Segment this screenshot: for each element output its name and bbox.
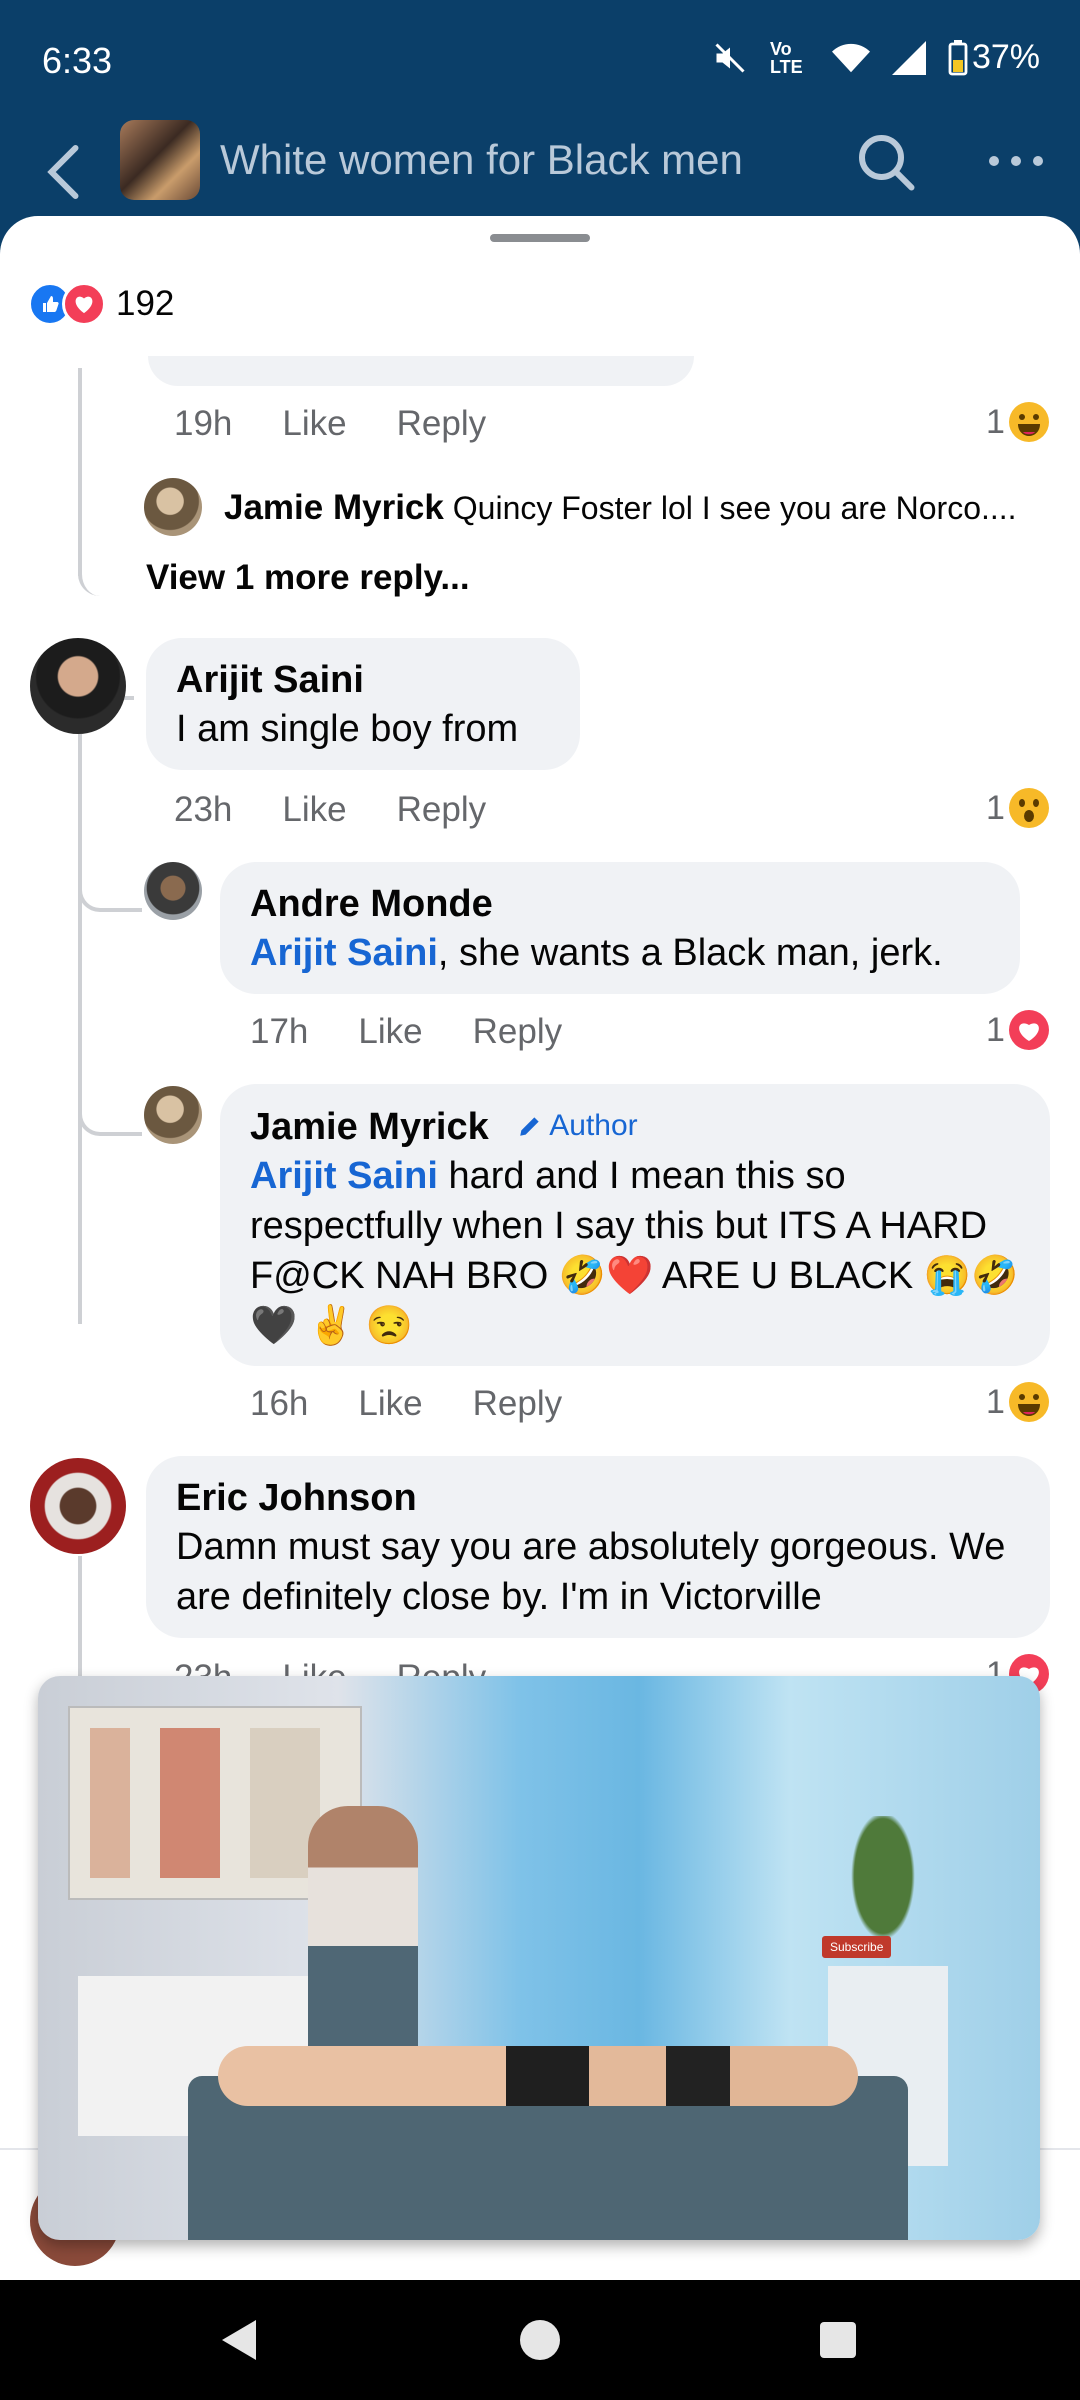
- thread-line: [78, 734, 82, 1324]
- reply-author[interactable]: Jamie Myrick: [250, 1106, 489, 1148]
- reply-button[interactable]: Reply: [473, 1384, 562, 1424]
- comment-bubble: Arijit Saini I am single boy from: [146, 638, 580, 770]
- status-icons: Vo LTE 37%: [712, 38, 1040, 77]
- comment-time: 17h: [250, 1012, 309, 1051]
- reply-author-row: Jamie Myrick Author: [250, 1102, 1020, 1151]
- haha-emoji-icon: [1008, 402, 1049, 442]
- comment-time: 16h: [250, 1384, 309, 1423]
- comment-time: 19h: [174, 404, 233, 443]
- reply-button[interactable]: Reply: [473, 1012, 562, 1052]
- avatar[interactable]: [144, 478, 202, 536]
- avatar[interactable]: [30, 1458, 126, 1554]
- reaction-summary[interactable]: 192: [28, 282, 174, 326]
- reply-connector: [78, 856, 142, 912]
- subscribe-label: Subscribe: [830, 1940, 884, 1954]
- comment-meta: 23h Like Reply: [174, 790, 536, 830]
- reply-text: Quincy Foster lol I see you are Norco...…: [452, 490, 1017, 526]
- reaction-count: 192: [116, 284, 175, 323]
- reply-button[interactable]: Reply: [397, 404, 486, 444]
- like-button[interactable]: Like: [282, 790, 346, 830]
- comment-time: 23h: [174, 790, 233, 829]
- search-icon[interactable]: [856, 132, 916, 192]
- reply-text: Arijit Saini, she wants a Black man, jer…: [250, 928, 990, 978]
- battery-percent: 37%: [971, 38, 1040, 76]
- back-arrow-icon[interactable]: [40, 142, 90, 202]
- comment-bubble-partial: [148, 356, 694, 386]
- reaction-number: 1: [986, 402, 1005, 441]
- home-nav-icon[interactable]: [518, 2318, 562, 2362]
- group-title[interactable]: White women for Black men: [220, 136, 743, 184]
- network-label: Vo LTE: [769, 38, 803, 77]
- author-badge-label: Author: [549, 1109, 638, 1142]
- author-badge: Author: [517, 1102, 638, 1150]
- group-header: White women for Black men: [0, 120, 1080, 220]
- therapist-figure: [308, 1806, 418, 2086]
- drag-handle[interactable]: [490, 234, 590, 242]
- avatar[interactable]: [144, 1086, 202, 1144]
- reply-bubble: Jamie Myrick Author Arijit Saini hard an…: [220, 1084, 1050, 1366]
- like-button[interactable]: Like: [358, 1012, 422, 1052]
- reply-button[interactable]: Reply: [397, 790, 486, 830]
- nested-reply-preview[interactable]: Jamie Myrick Quincy Foster lol I see you…: [224, 488, 1017, 528]
- battery-icon: [948, 39, 968, 75]
- reply-connector: [78, 506, 134, 596]
- back-nav-icon[interactable]: [220, 2318, 260, 2362]
- like-button[interactable]: Like: [282, 404, 346, 444]
- comment-author[interactable]: Arijit Saini: [176, 656, 550, 704]
- status-bar: 6:33 Vo LTE 37%: [0, 0, 1080, 120]
- system-nav-bar: [0, 2280, 1080, 2400]
- comment-text: Damn must say you are absolutely gorgeou…: [176, 1526, 1006, 1618]
- person-on-table: [218, 2046, 858, 2106]
- mention-link[interactable]: Arijit Saini: [250, 1155, 438, 1197]
- reply-bubble: Andre Monde Arijit Saini, she wants a Bl…: [220, 862, 1020, 994]
- reply-author: Jamie Myrick: [224, 488, 444, 527]
- wow-emoji-icon: [1008, 788, 1049, 828]
- signal-icon: [891, 40, 926, 75]
- thread-line: [78, 1556, 82, 1676]
- clock: 6:33: [42, 40, 113, 81]
- view-more-replies[interactable]: View 1 more reply...: [146, 558, 470, 598]
- comment-reaction-count[interactable]: 1: [986, 1382, 1049, 1422]
- more-options-icon[interactable]: [986, 136, 1046, 186]
- avatar[interactable]: [30, 638, 126, 734]
- comment-reaction-count[interactable]: 1: [986, 402, 1049, 442]
- reply-author[interactable]: Andre Monde: [250, 880, 990, 928]
- video-overlay[interactable]: Subscribe: [38, 1676, 1040, 2240]
- mute-icon: [715, 42, 745, 73]
- group-thumbnail[interactable]: [120, 120, 200, 200]
- reaction-number: 1: [986, 1382, 1005, 1421]
- love-emoji-icon: [1008, 1010, 1049, 1050]
- reply-body: , she wants a Black man, jerk.: [437, 932, 943, 974]
- haha-emoji-icon: [1008, 1382, 1049, 1422]
- recents-nav-icon[interactable]: [818, 2320, 858, 2360]
- comment-text: I am single boy from: [176, 708, 519, 750]
- avatar[interactable]: [144, 862, 202, 920]
- reply-connector: [78, 1086, 142, 1136]
- comment-reaction-count[interactable]: 1: [986, 1010, 1049, 1050]
- mention-link[interactable]: Arijit Saini: [250, 932, 438, 974]
- comment-bubble: Eric Johnson Damn must say you are absol…: [146, 1456, 1050, 1638]
- comment-author[interactable]: Eric Johnson: [176, 1474, 1020, 1522]
- subscribe-badge: Subscribe: [822, 1936, 892, 1958]
- reaction-number: 1: [986, 788, 1005, 827]
- battery-indicator: 37%: [948, 38, 1040, 77]
- like-button[interactable]: Like: [358, 1384, 422, 1424]
- wifi-icon: [831, 43, 870, 72]
- comment-meta: 19h Like Reply: [174, 404, 536, 444]
- reply-text: Arijit Saini hard and I mean this so res…: [250, 1151, 1020, 1351]
- love-reaction-icon: [62, 282, 106, 326]
- pencil-icon: [520, 1117, 539, 1136]
- reaction-number: 1: [986, 1010, 1005, 1049]
- comment-meta: 17h Like Reply: [250, 1012, 612, 1052]
- comment-meta: 16h Like Reply: [250, 1384, 612, 1424]
- comment-reaction-count[interactable]: 1: [986, 788, 1049, 828]
